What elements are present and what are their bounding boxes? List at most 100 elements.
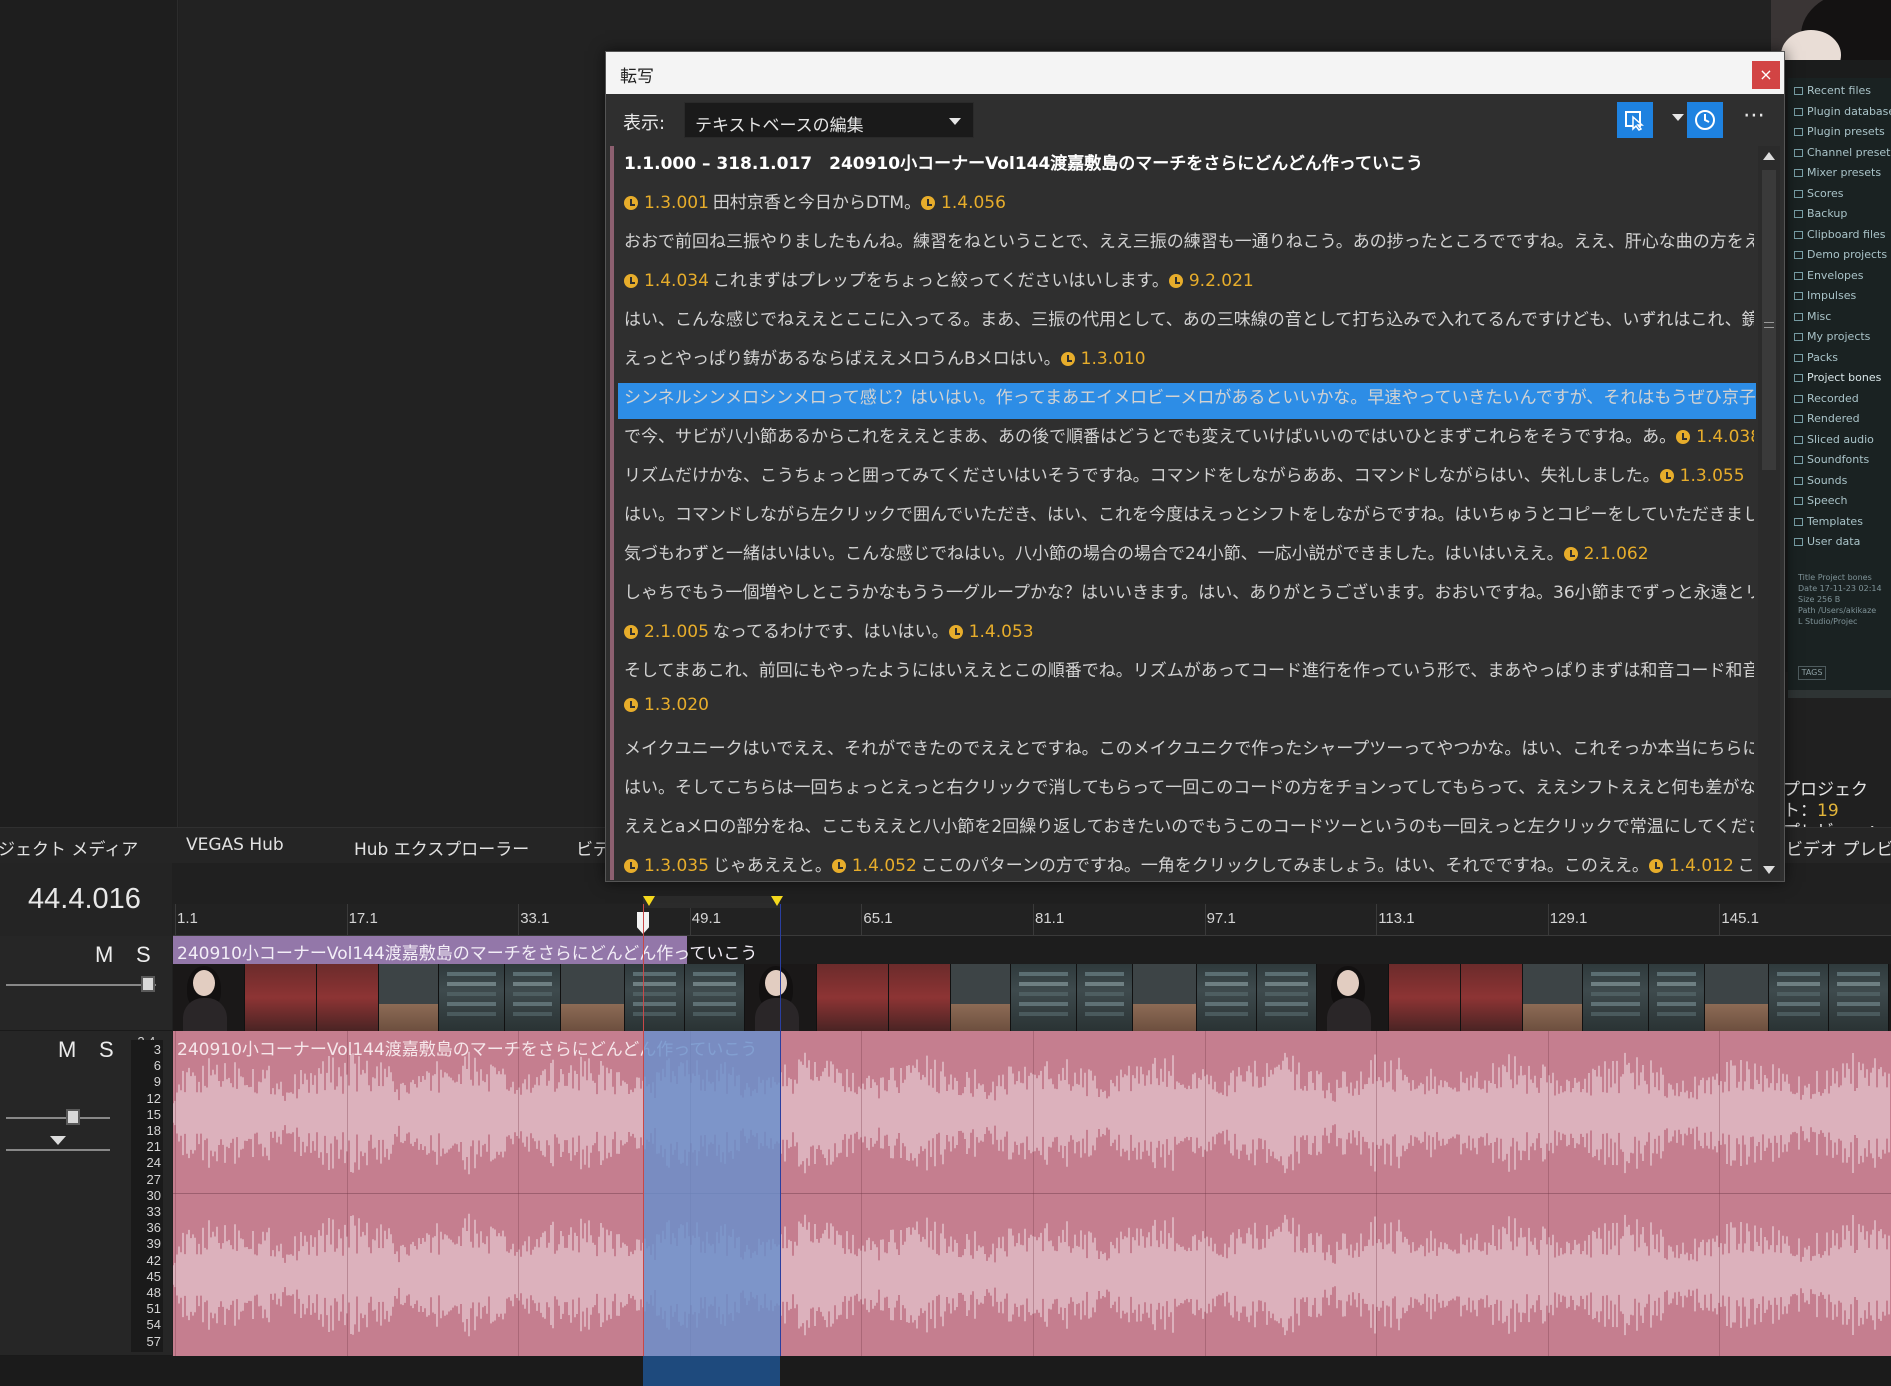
- browser-item[interactable]: Templates: [1794, 515, 1863, 535]
- browser-item[interactable]: Clipboard files: [1794, 228, 1886, 248]
- browser-item[interactable]: Mixer presets: [1794, 166, 1881, 186]
- browser-item[interactable]: Soundfonts: [1794, 453, 1869, 473]
- transcript-line[interactable]: はい。そしてこちらは一回ちょっとえっと右クリックで消してもらって一回このコードの…: [624, 773, 1754, 809]
- timestamp[interactable]: 2.1.005: [644, 622, 709, 642]
- timestamp[interactable]: 2.1.062: [1584, 544, 1649, 564]
- transcript-line[interactable]: おおで前回ね三振やりましたもんね。練習をねということで、ええ三振の練習も一通りね…: [624, 227, 1754, 263]
- transcript-line[interactable]: メイクユニークはいでええ、それができたのでええとですね。このメイクユニクで作った…: [624, 734, 1754, 770]
- scroll-grip-icon: [1764, 322, 1774, 328]
- clock-icon: [1168, 274, 1183, 288]
- browser-item[interactable]: My projects: [1794, 330, 1870, 350]
- scroll-down-icon[interactable]: [1763, 866, 1775, 874]
- video-clip-header[interactable]: 240910小コーナーVol144渡嘉敷島のマーチをさらにどんどん作っていこう: [173, 936, 757, 964]
- dialog-titlebar[interactable]: 転写 ×: [606, 52, 1784, 94]
- ruler-tick-label: 113.1: [1378, 910, 1415, 927]
- volume-slider-track[interactable]: [6, 1117, 110, 1119]
- transcript-line[interactable]: はい、こんな感じでねええとここに入ってる。まあ、三振の代用として、あの三味線の音…: [624, 305, 1754, 341]
- browser-item[interactable]: Envelopes: [1794, 269, 1863, 289]
- sync-selection-button[interactable]: [1617, 102, 1653, 138]
- timestamp[interactable]: 1.4.056: [941, 193, 1006, 213]
- more-options-button[interactable]: ⋯: [1743, 103, 1766, 128]
- timestamp[interactable]: 1.4.012: [1669, 856, 1734, 876]
- transcript-line[interactable]: そしてまあこれ、前回にもやったようにはいええとこの順番でね。リズムがあってコード…: [624, 656, 1754, 692]
- transcript-line[interactable]: 1.3.020: [624, 695, 1754, 731]
- transcript-line[interactable]: 1.4.034 これまずはプレップをちょっと絞ってくださいはいします。 9.2.02…: [624, 266, 1754, 302]
- browser-item[interactable]: Channel presets: [1794, 146, 1891, 166]
- browser-item[interactable]: Speech: [1794, 494, 1848, 514]
- transcript-line[interactable]: はい。コマンドしながら左クリックで囲んでいただき、はい、これを今度はえっとシフト…: [624, 500, 1754, 536]
- timestamp[interactable]: 1.4.052: [852, 856, 917, 876]
- loop-region-bar[interactable]: [643, 896, 780, 908]
- solo-button[interactable]: S: [136, 942, 151, 968]
- playhead[interactable]: [643, 904, 644, 1356]
- transcript-line[interactable]: 1.3.001 田村京香と今日からDTM。 1.4.056: [624, 188, 1754, 224]
- transcript-line[interactable]: しゃちでもう一個増やしとこうかなもうう一グループかな？はいいきます。はい、ありが…: [624, 578, 1754, 614]
- timestamp[interactable]: 1.4.053: [969, 622, 1034, 642]
- tab-video-preview[interactable]: ビデオ プレビュ: [1786, 835, 1891, 860]
- browser-item[interactable]: Recorded: [1794, 392, 1859, 412]
- solo-button[interactable]: S: [99, 1037, 114, 1063]
- clock-icon: [1659, 469, 1674, 483]
- browser-item[interactable]: Impulses: [1794, 289, 1856, 309]
- transcript-line[interactable]: リズムだけかな、こうちょっと囲ってみてくださいはいそうですね。コマンドをしながら…: [624, 461, 1754, 497]
- transcript-scrollbar[interactable]: [1758, 146, 1780, 880]
- loop-start-marker[interactable]: [643, 896, 655, 906]
- mute-button[interactable]: M: [58, 1037, 76, 1063]
- transcript-line[interactable]: で今、サビが八小節あるからこれをええとまあ、あの後で順番はどうとでも変えていけば…: [624, 422, 1754, 458]
- timeline-ruler[interactable]: 1.1 17.1 33.1 49.1 65.1 81.1 97.1 113.1 129.1 145…: [173, 904, 1891, 936]
- loop-end-marker[interactable]: [771, 896, 783, 906]
- tab-project-media[interactable]: ジェクト メディア: [0, 835, 138, 860]
- meter-scale-label: 9: [153, 1074, 161, 1090]
- browser-item[interactable]: Packs: [1794, 351, 1838, 371]
- mute-button[interactable]: M: [95, 942, 113, 968]
- browser-item[interactable]: Plugin database: [1794, 105, 1891, 125]
- browser-item[interactable]: Recent files: [1794, 84, 1871, 104]
- scroll-up-icon[interactable]: [1763, 152, 1775, 160]
- browser-item[interactable]: Misc: [1794, 310, 1831, 330]
- pan-slider-track[interactable]: [6, 1149, 110, 1151]
- transcript-line[interactable]: ええとaメロの部分をね、ここもええと八小節を2回繰り返しておきたいのでもうこのコ…: [624, 812, 1754, 848]
- project-value: 19: [1817, 801, 1839, 821]
- track-options-arrow[interactable]: [50, 1136, 66, 1145]
- transcript-line[interactable]: 気づもわずと一緒はいはい。こんな感じでねはい。八小節の場合の場合で24小節、一応…: [624, 539, 1754, 575]
- transcript-line[interactable]: 1.3.035 じゃあええと。 1.4.052 ここのパターンの方ですね。一角をクリッ…: [624, 851, 1754, 880]
- timestamp[interactable]: 1.4.038: [1696, 427, 1754, 447]
- tab-vegas-hub[interactable]: VEGAS Hub: [186, 835, 284, 855]
- transcript-text-area[interactable]: 1.1.000 – 318.1.017 240910小コーナーVol144渡嘉敷…: [610, 146, 1756, 880]
- browser-item[interactable]: Backup: [1794, 207, 1847, 227]
- opacity-slider-track[interactable]: [6, 984, 156, 986]
- browser-item[interactable]: User data: [1794, 535, 1860, 555]
- browser-item[interactable]: Plugin presets: [1794, 125, 1885, 145]
- browser-item[interactable]: Sounds: [1794, 474, 1847, 494]
- browser-item[interactable]: Rendered: [1794, 412, 1860, 432]
- timestamp[interactable]: 1.3.001: [644, 193, 709, 213]
- transcript-line[interactable]: シンネルシンメロシンメロって感じ？はいはい。作ってまあエイメロビーメロがあるとい…: [618, 383, 1756, 419]
- browser-item[interactable]: Demo projects: [1794, 248, 1887, 268]
- timestamp[interactable]: 1.3.020: [644, 695, 709, 715]
- clock-icon: [831, 859, 846, 873]
- transcript-line[interactable]: 2.1.005 なってるわけです、はいはい。 1.4.053: [624, 617, 1754, 653]
- opacity-slider-knob[interactable]: [141, 976, 155, 992]
- tab-hub-explorer[interactable]: Hub エクスプローラー: [354, 835, 529, 860]
- browser-tags-tab[interactable]: TAGS: [1798, 666, 1826, 680]
- transcript-segment: 田村京香と今日からDTM。: [712, 193, 922, 213]
- show-timestamps-button[interactable]: [1687, 102, 1723, 138]
- timestamp[interactable]: 9.2.021: [1189, 271, 1254, 291]
- volume-slider-knob[interactable]: [66, 1109, 80, 1125]
- timestamp[interactable]: 1.3.035: [644, 856, 709, 876]
- time-selection[interactable]: [643, 1031, 780, 1356]
- video-thumbnail: [1257, 964, 1317, 1031]
- browser-item[interactable]: Project bones: [1794, 371, 1881, 391]
- browser-item[interactable]: Scores: [1794, 187, 1844, 207]
- measure-line: [175, 1031, 176, 1356]
- timestamp[interactable]: 1.3.010: [1081, 349, 1146, 369]
- close-button[interactable]: ×: [1752, 61, 1780, 89]
- transcript-line[interactable]: えっとやっぱり鋳があるならばええメロうんBメロはい。 1.3.010: [624, 344, 1754, 380]
- view-mode-select[interactable]: テキストベースの編集: [684, 102, 974, 138]
- scroll-thumb[interactable]: [1762, 170, 1776, 470]
- sync-options-dropdown[interactable]: [1672, 114, 1684, 121]
- timestamp[interactable]: 1.4.034: [644, 271, 709, 291]
- browser-item[interactable]: Sliced audio: [1794, 433, 1874, 453]
- video-track[interactable]: 240910小コーナーVol144渡嘉敷島のマーチをさらにどんどん作っていこう: [173, 936, 1891, 1031]
- timestamp[interactable]: 1.3.055: [1680, 466, 1745, 486]
